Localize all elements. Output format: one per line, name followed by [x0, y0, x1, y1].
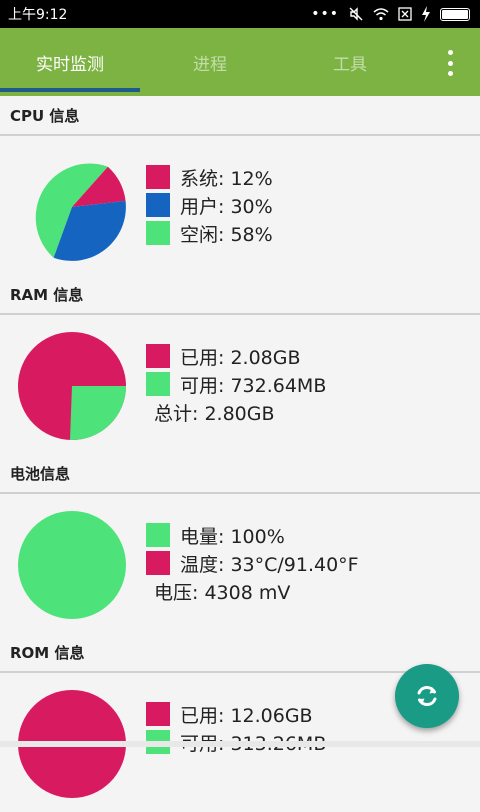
legend-swatch: [146, 221, 170, 245]
legend-item: 系统: 12%: [146, 163, 273, 191]
status-icons: •••: [311, 6, 470, 22]
ram-total: 总计: 2.80GB: [154, 402, 275, 425]
cpu-section-title: CPU 信息: [0, 96, 480, 136]
legend-swatch: [146, 165, 170, 189]
legend-item: 已用: 2.08GB: [146, 342, 326, 370]
legend-swatch: [146, 702, 170, 726]
sim-x-icon: [398, 7, 412, 21]
rom-used-label: 已用: 12.06GB: [180, 704, 313, 727]
legend-item: 空闲: 58%: [146, 219, 273, 247]
status-bar: 上午9:12 •••: [0, 0, 480, 28]
ram-free-label: 可用: 732.64MB: [180, 374, 327, 397]
wifi-icon: [373, 8, 389, 21]
cpu-system-label: 系统: 12%: [180, 167, 273, 190]
legend-swatch: [146, 523, 170, 547]
overflow-menu-icon[interactable]: [448, 50, 454, 76]
battery-voltage: 电压: 4308 mV: [154, 581, 291, 604]
battery-level-label: 电量: 100%: [180, 525, 285, 548]
legend-item: 用户: 30%: [146, 191, 273, 219]
battery-legend: 电量: 100% 温度: 33°C/91.40°F 电压: 4308 mV: [146, 521, 359, 605]
battery-icon: [440, 7, 470, 21]
ram-pie-chart: [18, 332, 126, 440]
charging-icon: [422, 6, 430, 22]
battery-pie-level: [18, 511, 126, 619]
cpu-section: 系统: 12% 用户: 30% 空闲: 58%: [0, 136, 480, 275]
rom-legend: 已用: 12.06GB 可用: 313.26MB: [146, 700, 326, 756]
refresh-button[interactable]: [395, 664, 459, 728]
battery-pie-chart: [18, 511, 126, 619]
tab-tools[interactable]: 工具: [280, 28, 420, 96]
legend-swatch: [146, 344, 170, 368]
legend-item: 已用: 12.06GB: [146, 700, 326, 728]
battery-section: 电量: 100% 温度: 33°C/91.40°F 电压: 4308 mV: [0, 494, 480, 633]
ram-legend: 已用: 2.08GB 可用: 732.64MB 总计: 2.80GB: [146, 342, 326, 426]
bottom-edge: [0, 741, 480, 747]
legend-item: 温度: 33°C/91.40°F: [146, 549, 359, 577]
battery-temp-label: 温度: 33°C/91.40°F: [180, 553, 359, 576]
legend-item: 电量: 100%: [146, 521, 359, 549]
ram-section: 已用: 2.08GB 可用: 732.64MB 总计: 2.80GB: [0, 315, 480, 454]
cpu-idle-label: 空闲: 58%: [180, 223, 273, 246]
legend-item: 可用: 732.64MB: [146, 370, 326, 398]
tab-processes[interactable]: 进程: [140, 28, 280, 96]
cpu-pie-chart: [35, 163, 126, 261]
ram-section-title: RAM 信息: [0, 275, 480, 315]
rom-section-title: ROM 信息: [0, 633, 480, 673]
more-dots-icon: •••: [311, 6, 339, 22]
cpu-legend: 系统: 12% 用户: 30% 空闲: 58%: [146, 163, 273, 247]
legend-swatch: [146, 372, 170, 396]
tab-realtime-monitor[interactable]: 实时监测: [0, 28, 140, 96]
cpu-user-label: 用户: 30%: [180, 195, 273, 218]
ram-pie-free: [70, 386, 126, 440]
status-time: 上午9:12: [8, 7, 68, 23]
ram-used-label: 已用: 2.08GB: [180, 346, 301, 369]
legend-swatch: [146, 551, 170, 575]
app-bar: 实时监测 进程 工具: [0, 28, 480, 96]
mute-icon: [349, 7, 363, 21]
battery-section-title: 电池信息: [0, 454, 480, 494]
legend-swatch: [146, 193, 170, 217]
refresh-icon: [417, 685, 437, 707]
